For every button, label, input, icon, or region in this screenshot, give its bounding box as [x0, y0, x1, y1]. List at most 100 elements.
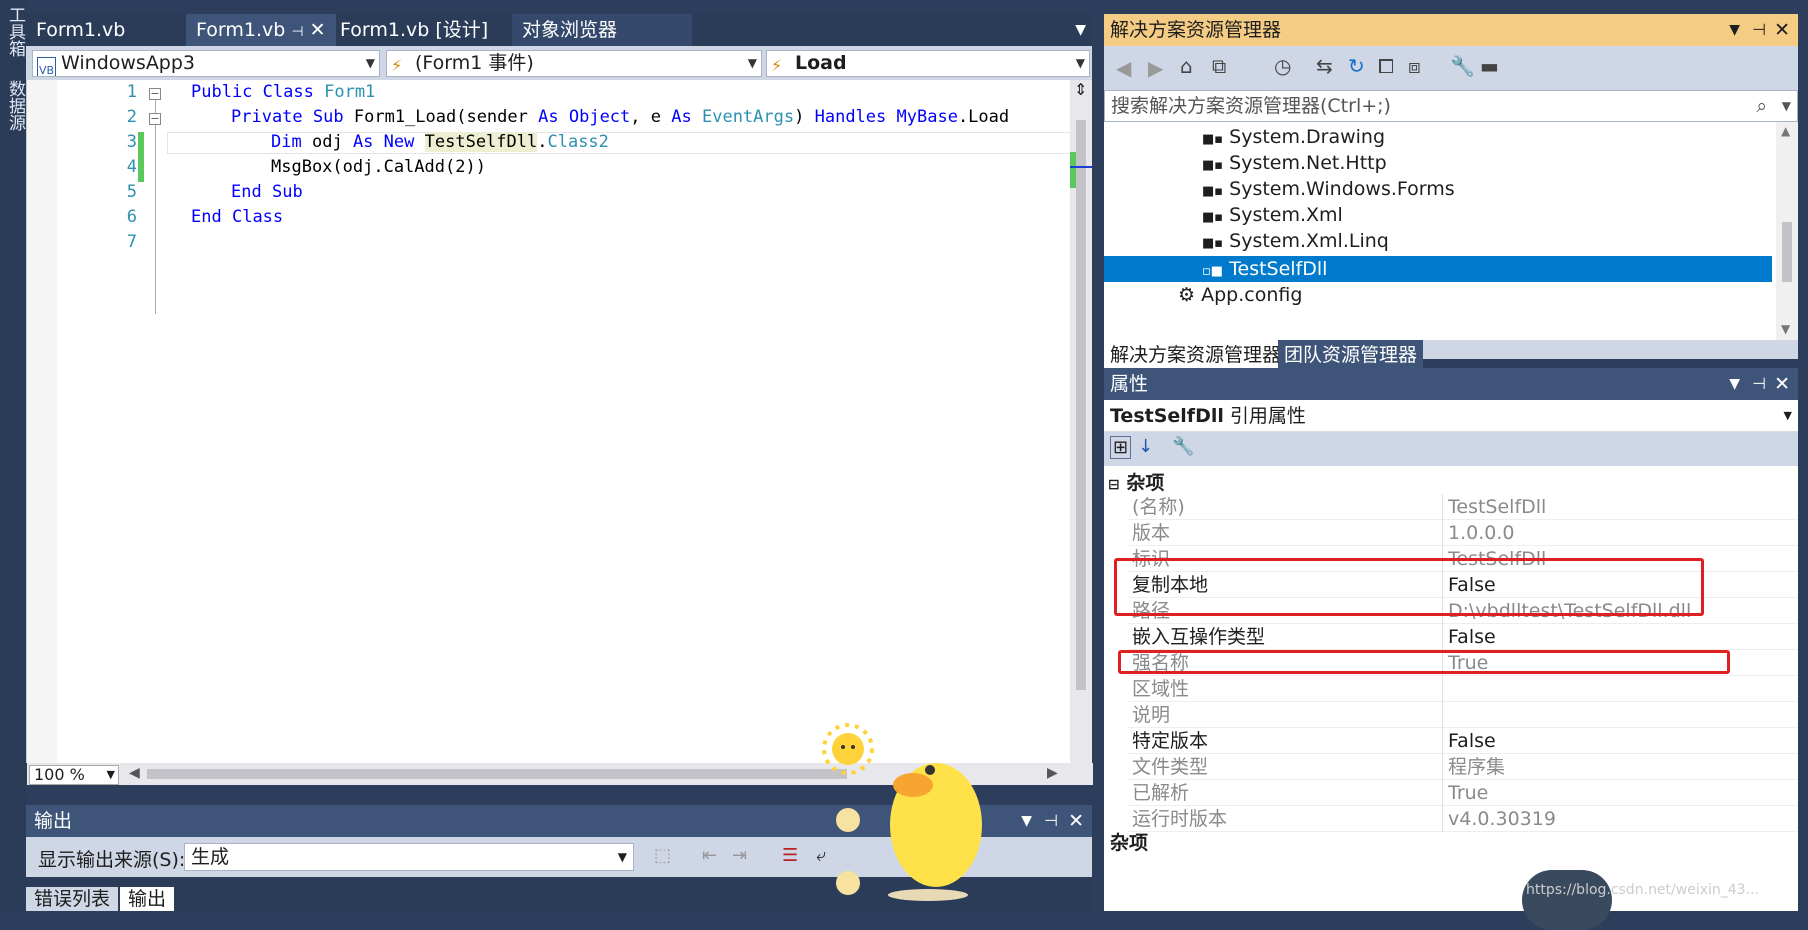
column-divider[interactable]: [1442, 806, 1443, 832]
collapse-sub-icon[interactable]: −: [149, 113, 161, 125]
dropdown-icon[interactable]: ▼: [1729, 14, 1740, 46]
tree-item[interactable]: ■▪ System.Xml: [1202, 204, 1343, 226]
pin-icon[interactable]: ⊣: [1752, 368, 1766, 400]
column-divider[interactable]: [1442, 702, 1443, 728]
column-divider[interactable]: [1442, 624, 1443, 650]
find-message-icon[interactable]: ⬚: [654, 845, 671, 866]
close-icon[interactable]: ✕: [1774, 368, 1790, 400]
home-icon[interactable]: ⌂: [1180, 54, 1193, 78]
property-row[interactable]: 文件类型 程序集: [1128, 754, 1798, 780]
property-pages-icon[interactable]: 🔧: [1172, 436, 1194, 457]
scrollbar-thumb[interactable]: [1076, 120, 1086, 690]
property-row[interactable]: (名称) TestSelfDll: [1128, 494, 1798, 520]
tab-solution-explorer[interactable]: 解决方案资源管理器: [1104, 340, 1288, 370]
tab-team-explorer[interactable]: 团队资源管理器: [1278, 340, 1424, 370]
back-icon[interactable]: ◀: [1116, 56, 1131, 80]
tab-dropdown-icon[interactable]: ▼: [1075, 22, 1086, 38]
property-value[interactable]: 程序集: [1448, 754, 1505, 780]
tab-object-browser[interactable]: 对象浏览器: [512, 14, 692, 46]
property-value[interactable]: False: [1448, 728, 1496, 754]
property-row[interactable]: 说明: [1128, 702, 1798, 728]
scroll-right-icon[interactable]: ▶: [1047, 765, 1058, 781]
column-divider[interactable]: [1442, 728, 1443, 754]
alphabetical-icon[interactable]: ↓: [1138, 436, 1153, 457]
column-divider[interactable]: [1442, 754, 1443, 780]
column-divider[interactable]: [1442, 494, 1443, 520]
sync-icon[interactable]: ⇆: [1316, 54, 1333, 78]
code-editor[interactable]: 1 2 3 4 5 6 7 − − Public Class Form1 Pri…: [26, 80, 1093, 785]
category-header[interactable]: ⊟ 杂项: [1108, 468, 1164, 495]
previous-message-icon[interactable]: ⇤: [702, 845, 717, 866]
property-value[interactable]: 1.0.0.0: [1448, 520, 1514, 546]
clear-all-icon[interactable]: ☰: [782, 845, 798, 866]
close-icon[interactable]: ✕: [1774, 14, 1790, 46]
split-icon[interactable]: ⇕: [1074, 80, 1087, 99]
property-value[interactable]: TestSelfDll: [1448, 494, 1546, 520]
code-line-6[interactable]: End Class: [191, 207, 283, 227]
dropdown-icon[interactable]: ▼: [1729, 368, 1740, 400]
tree-item-selected[interactable]: ▫■ TestSelfDll: [1104, 256, 1772, 282]
solution-search-input[interactable]: 搜索解决方案资源管理器(Ctrl+;) ⌕ ▼: [1104, 90, 1798, 122]
code-line-1[interactable]: Public Class Form1: [191, 82, 375, 102]
code-line-2[interactable]: Private Sub Form1_Load(sender As Object,…: [231, 107, 1009, 127]
tree-item[interactable]: ■▪ System.Net.Http: [1202, 152, 1387, 174]
tab-output[interactable]: 输出: [120, 887, 175, 911]
horizontal-scrollbar-thumb[interactable]: [147, 769, 847, 779]
column-divider[interactable]: [1442, 780, 1443, 806]
close-icon[interactable]: ✕: [1068, 805, 1084, 837]
switch-view-icon[interactable]: ⧉: [1212, 54, 1226, 78]
column-divider[interactable]: [1442, 520, 1443, 546]
scrollbar-thumb[interactable]: [1782, 222, 1792, 282]
project-combo[interactable]: VB WindowsApp3 ▼: [32, 50, 380, 77]
properties-wrench-icon[interactable]: 🔧: [1450, 54, 1475, 78]
tab-form1-design[interactable]: Form1.vb [设计]: [330, 14, 498, 46]
close-icon[interactable]: ✕: [310, 19, 326, 41]
scroll-down-icon[interactable]: ▼: [1781, 322, 1790, 336]
method-combo[interactable]: ⚡ Load ▼: [766, 50, 1090, 77]
events-combo[interactable]: ⚡ (Form1 事件) ▼: [386, 50, 762, 77]
pin-icon[interactable]: ⊣: [1752, 14, 1766, 46]
property-row[interactable]: 运行时版本 v4.0.30319: [1128, 806, 1798, 832]
datasource-tab[interactable]: 数据源: [3, 80, 28, 131]
code-line-3[interactable]: Dim odj As New TestSelfDll.Class2: [271, 132, 609, 152]
tab-form1-vb[interactable]: Form1.vb: [26, 14, 135, 46]
preview-icon[interactable]: ▬: [1480, 54, 1499, 78]
property-row[interactable]: 已解析 True: [1128, 780, 1798, 806]
categorized-icon[interactable]: ⊞: [1110, 436, 1132, 459]
scroll-up-icon[interactable]: ▲: [1781, 124, 1790, 138]
tab-form1-vb-active[interactable]: Form1.vb ⊣ ✕: [186, 14, 336, 46]
tree-item[interactable]: ■▪ System.Xml.Linq: [1202, 230, 1389, 252]
collapse-all-icon[interactable]: ⧠: [1378, 54, 1394, 78]
tree-item[interactable]: ■▪ System.Drawing: [1202, 126, 1385, 148]
tree-item[interactable]: ⚙ App.config: [1178, 284, 1302, 306]
output-source-combo[interactable]: 生成 ▼: [184, 843, 634, 871]
dropdown-icon[interactable]: ▼: [1021, 805, 1032, 837]
pin-icon[interactable]: ⊣: [291, 24, 303, 40]
pin-icon[interactable]: ⊣: [1044, 805, 1058, 837]
code-line-5[interactable]: End Sub: [231, 182, 303, 202]
property-value[interactable]: v4.0.30319: [1448, 806, 1556, 832]
refresh-icon[interactable]: ↻: [1348, 54, 1365, 78]
property-row[interactable]: 区域性: [1128, 676, 1798, 702]
pending-changes-icon[interactable]: ◷: [1274, 54, 1291, 78]
tab-error-list[interactable]: 错误列表: [26, 887, 119, 911]
forward-icon[interactable]: ▶: [1148, 56, 1163, 80]
tree-scrollbar[interactable]: ▲ ▼: [1776, 122, 1798, 340]
code-line-4[interactable]: MsgBox(odj.CalAdd(2)): [271, 157, 486, 177]
property-row[interactable]: 嵌入互操作类型 False: [1128, 624, 1798, 650]
show-all-files-icon[interactable]: ⧈: [1408, 54, 1421, 78]
property-row[interactable]: 版本 1.0.0.0: [1128, 520, 1798, 546]
tree-item[interactable]: ■▪ System.Windows.Forms: [1202, 178, 1455, 200]
scroll-left-icon[interactable]: ◀: [129, 765, 140, 781]
collapse-class-icon[interactable]: −: [149, 88, 161, 100]
vertical-scrollbar[interactable]: ⇕: [1070, 80, 1092, 763]
property-value[interactable]: False: [1448, 624, 1496, 650]
property-object-selector[interactable]: TestSelfDll 引用属性 ▼: [1104, 400, 1798, 432]
property-value[interactable]: True: [1448, 780, 1488, 806]
collapse-icon[interactable]: ⊟: [1108, 477, 1120, 493]
toolbox-tab[interactable]: 工具箱: [3, 6, 28, 57]
zoom-combo[interactable]: 100 % ▼: [29, 765, 119, 785]
next-message-icon[interactable]: ⇥: [732, 845, 747, 866]
property-row[interactable]: 特定版本 False: [1128, 728, 1798, 754]
column-divider[interactable]: [1442, 676, 1443, 702]
